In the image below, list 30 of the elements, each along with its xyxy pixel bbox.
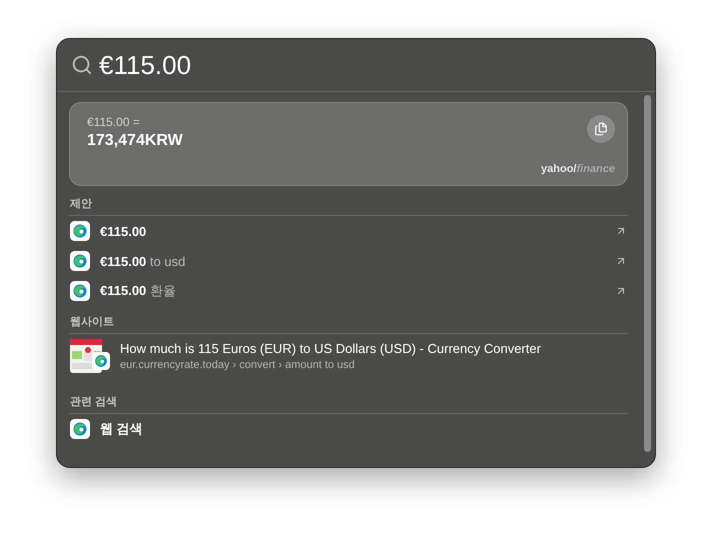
result-label: €115.00 <box>100 224 148 238</box>
section-title: 제안 <box>70 198 92 210</box>
result-row[interactable]: €115.00 to usd <box>69 246 628 276</box>
website-title: How much is 115 Euros (EUR) to US Dollars (USD) - Currency Converter <box>120 341 541 356</box>
search-icon <box>71 54 93 76</box>
result-label: €115.00 to usd <box>100 254 186 268</box>
arrow-icon <box>615 255 627 267</box>
provider-logo: yahoo/finance <box>541 163 615 175</box>
website-url: eur.currencyrate.today › convert › amount to usd <box>120 359 356 371</box>
browser-app-icon <box>70 221 90 241</box>
section-title: 웹사이트 <box>70 316 114 328</box>
browser-app-icon <box>70 419 90 439</box>
website-row[interactable]: How much is 115 Euros (EUR) to US Dollars (USD) - Currency Converter eur.currencyrate.today › convert › amount to usd <box>69 334 628 378</box>
browser-app-icon <box>92 352 110 370</box>
search-field[interactable]: €115.00 <box>99 50 599 80</box>
copy-icon <box>594 122 608 136</box>
result-row[interactable]: €115.00 환율 <box>69 276 628 306</box>
scrollbar[interactable] <box>644 95 651 452</box>
copy-button[interactable] <box>587 115 615 143</box>
arrow-icon <box>615 285 627 297</box>
conversion-result: 173,474KRW <box>87 132 183 150</box>
arrow-icon <box>615 225 627 237</box>
result-row[interactable]: €115.00 <box>69 216 628 246</box>
browser-app-icon <box>70 281 90 301</box>
section-title: 관련 검색 <box>70 396 118 408</box>
browser-app-icon <box>70 251 90 271</box>
result-label: 웹 검색 <box>100 420 144 438</box>
result-label: €115.00 환율 <box>100 282 177 300</box>
conversion-source-amount: €115.00 = <box>87 115 141 129</box>
result-row[interactable]: 웹 검색 <box>69 414 628 444</box>
